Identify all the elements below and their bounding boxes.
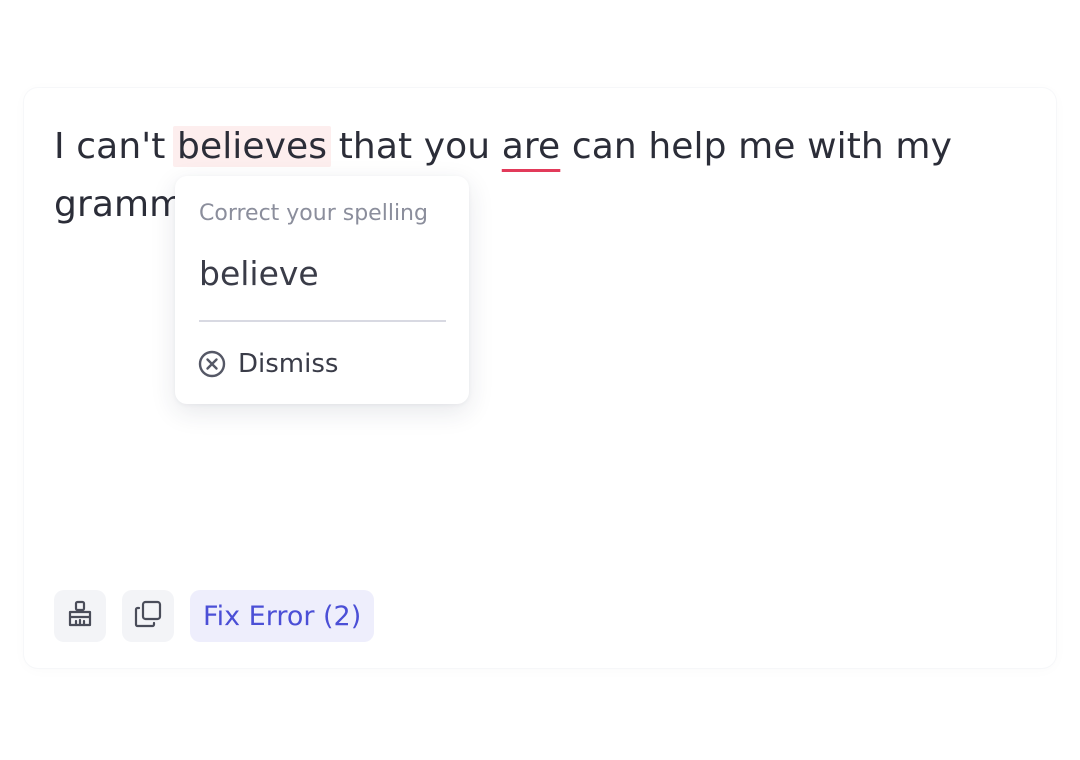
fix-errors-button[interactable]: Fix Error (2) — [190, 590, 375, 642]
grammar-error-word[interactable]: are — [502, 126, 561, 167]
popover-title: Correct your spelling — [199, 201, 428, 226]
clear-button[interactable] — [54, 590, 106, 642]
spelling-error-word[interactable]: believes — [173, 126, 332, 167]
broom-icon — [65, 599, 95, 633]
dismiss-label: Dismiss — [238, 349, 339, 379]
spelling-suggestion-popover: Correct your spelling believe Dismiss — [175, 176, 469, 404]
popover-divider — [199, 320, 446, 322]
text-segment: that you — [327, 126, 502, 167]
text-segment: I can't — [54, 126, 177, 167]
editor-toolbar: Fix Error (2) — [54, 590, 375, 642]
dismiss-button[interactable]: Dismiss — [197, 348, 338, 380]
copy-icon — [133, 599, 163, 633]
suggestion-option[interactable]: believe — [199, 254, 319, 293]
close-circle-icon — [197, 349, 227, 379]
copy-button[interactable] — [122, 590, 174, 642]
